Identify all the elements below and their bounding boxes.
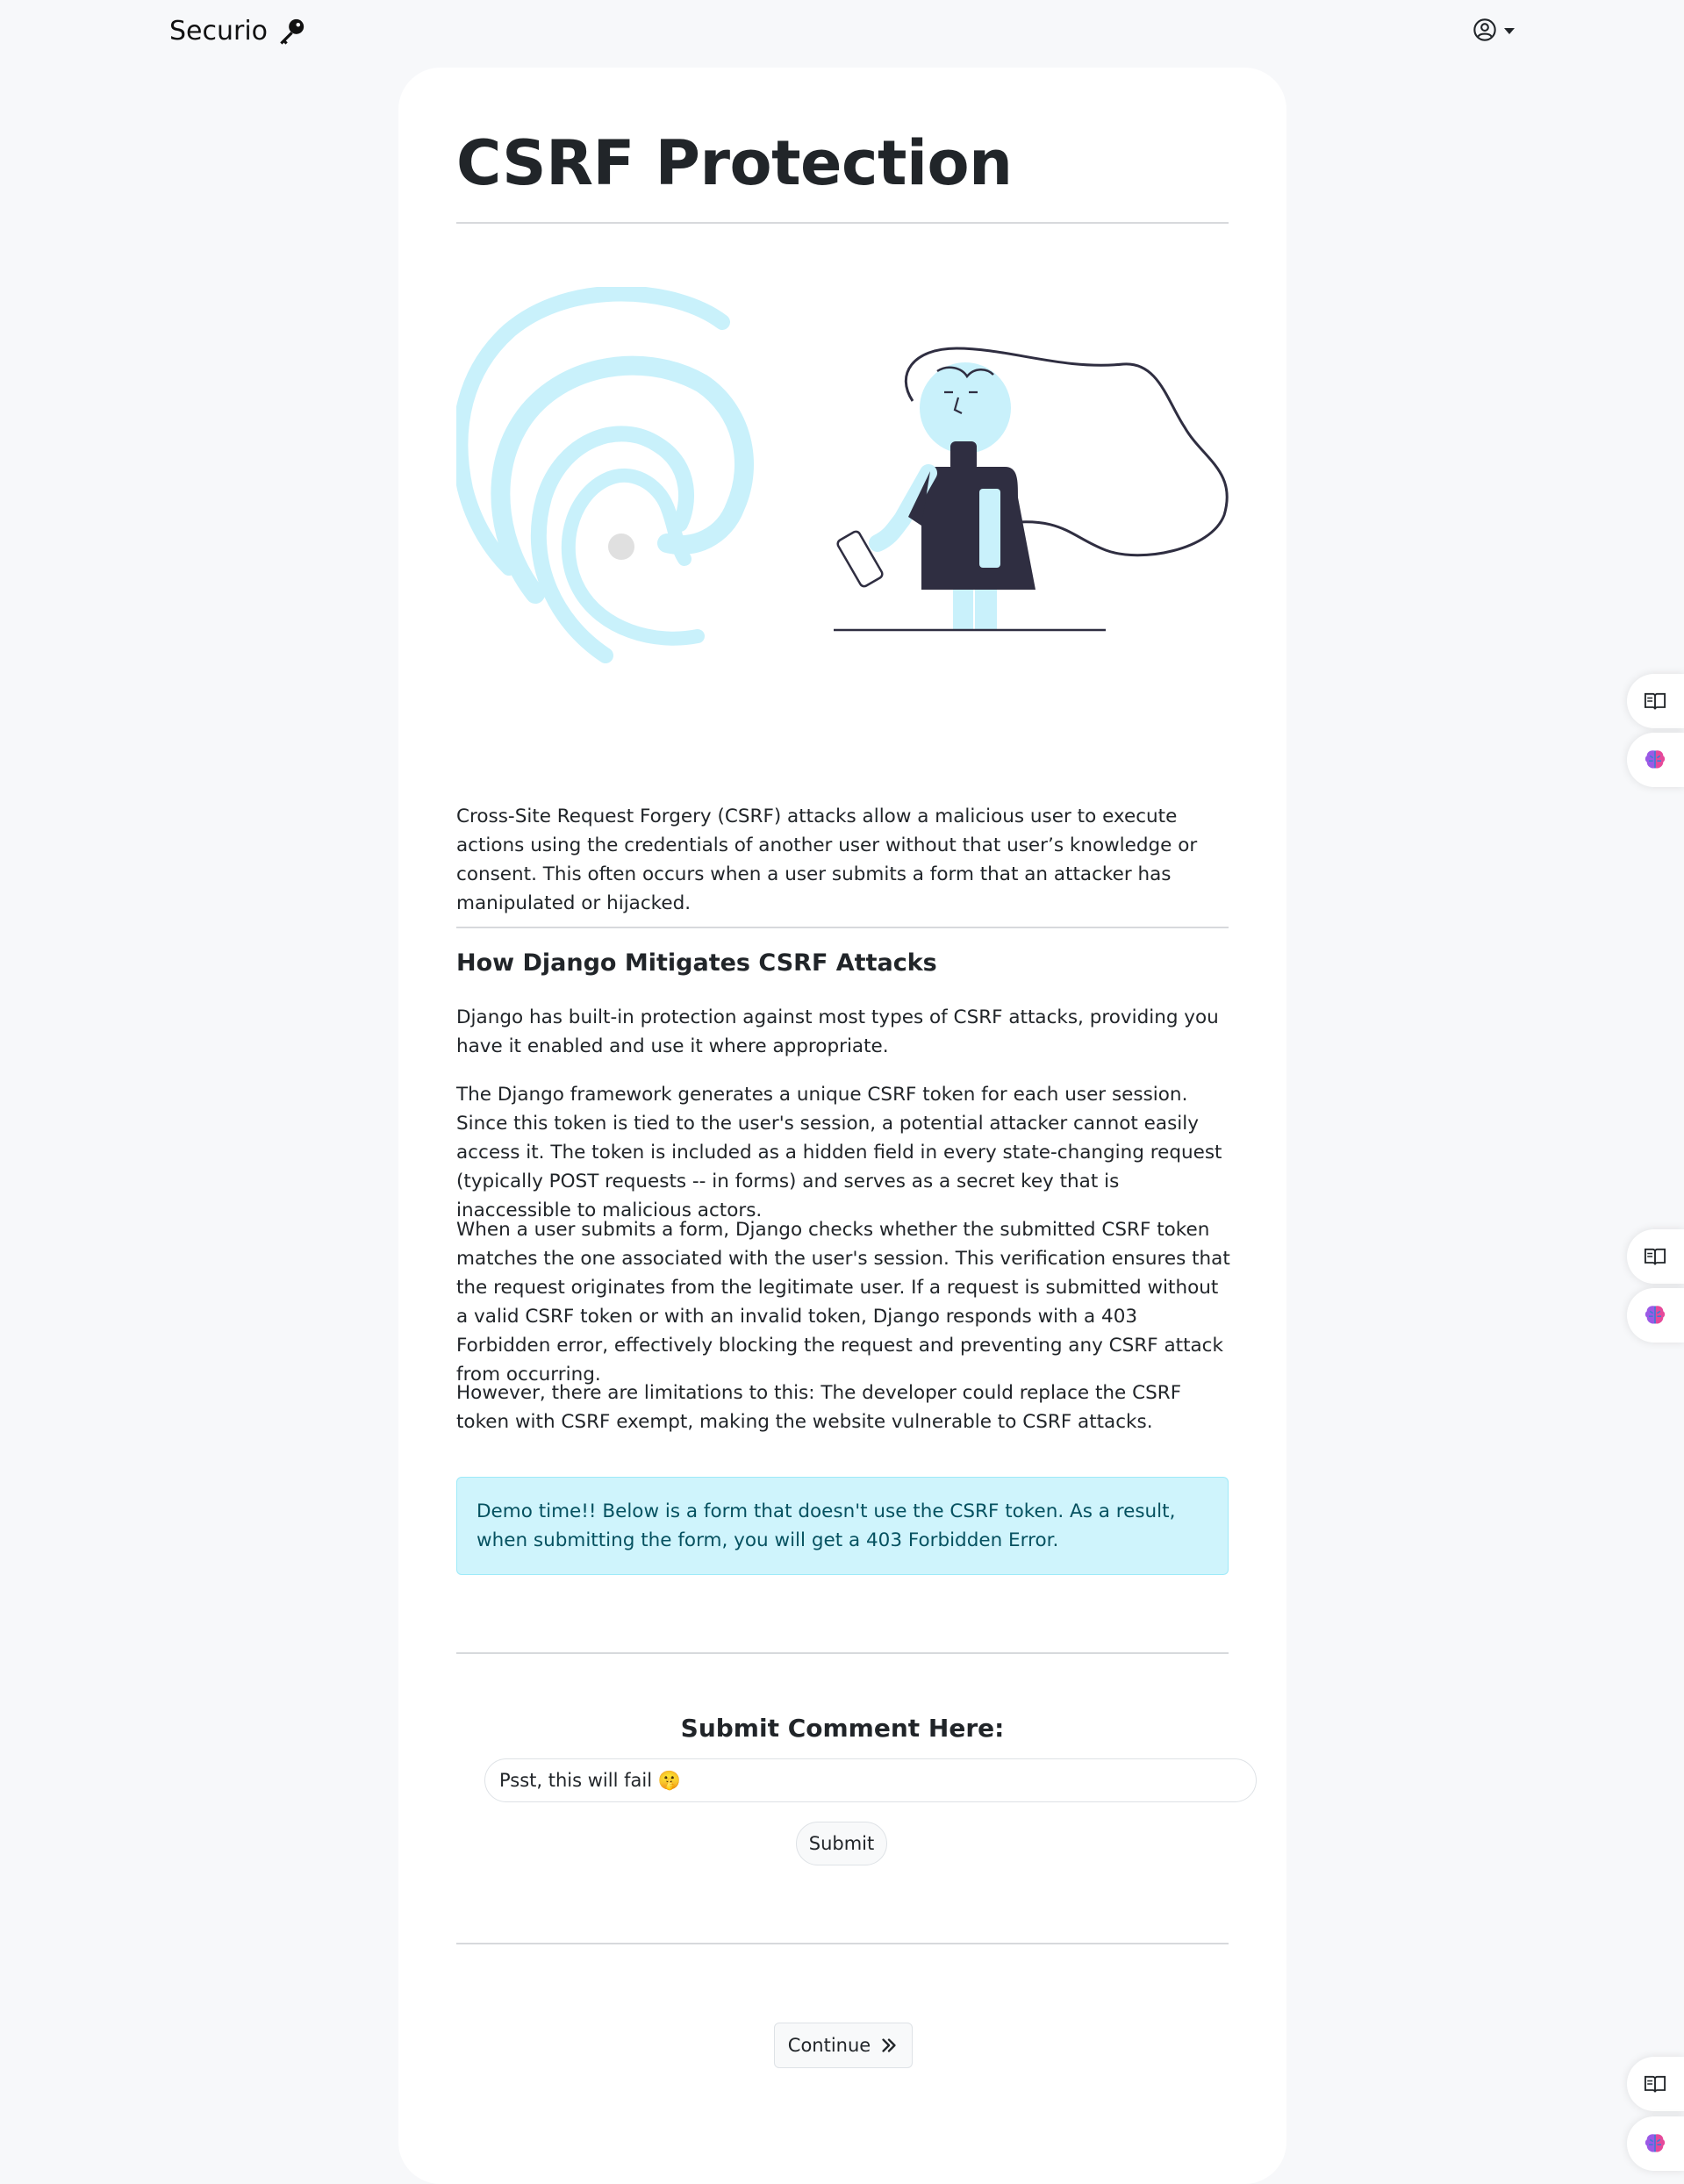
brain-icon <box>1645 2134 1666 2152</box>
brain-icon <box>1645 1306 1666 1324</box>
navbar: Securio <box>0 0 1684 70</box>
reader-widget-button[interactable] <box>1627 674 1684 728</box>
demo-alert: Demo time!! Below is a form that doesn't… <box>456 1477 1229 1575</box>
reader-widget-button[interactable] <box>1627 2057 1684 2111</box>
intro-paragraph: Cross-Site Request Forgery (CSRF) attack… <box>456 806 1198 914</box>
book-icon <box>1644 1248 1666 1265</box>
grey-dot <box>608 533 634 560</box>
continue-label: Continue <box>787 2035 871 2056</box>
page-title: CSRF Protection <box>456 127 1013 199</box>
section-heading: How Django Mitigates CSRF Attacks <box>456 949 937 977</box>
user-circle-icon <box>1473 18 1496 41</box>
divider <box>456 1943 1229 1944</box>
brain-icon <box>1645 750 1666 769</box>
divider <box>456 1652 1229 1654</box>
divider <box>456 222 1229 224</box>
form-title: Submit Comment Here: <box>680 1714 1005 1743</box>
user-menu-dropdown[interactable] <box>1473 18 1515 42</box>
ai-widget-button[interactable] <box>1627 1288 1684 1343</box>
ai-widget-button[interactable] <box>1627 2116 1684 2171</box>
security-illustration <box>456 287 1229 663</box>
paragraph-builtin: Django has built-in protection against m… <box>456 1006 1219 1057</box>
fingerprint-icon <box>456 287 754 663</box>
paragraph-verification: When a user submits a form, Django check… <box>456 1219 1230 1386</box>
submit-button[interactable]: Submit <box>796 1822 887 1865</box>
book-icon <box>1644 692 1666 710</box>
book-icon <box>1644 2075 1666 2093</box>
brand-link[interactable]: Securio <box>169 16 306 47</box>
reader-widget-button[interactable] <box>1627 1229 1684 1284</box>
chevron-down-icon <box>1504 27 1515 34</box>
paragraph-limitations: However, there are limitations to this: … <box>456 1382 1182 1433</box>
key-icon <box>280 18 305 45</box>
divider <box>456 927 1229 928</box>
comment-input[interactable] <box>484 1758 1257 1802</box>
woman-figure <box>834 347 1229 632</box>
continue-button[interactable]: Continue <box>774 2023 913 2068</box>
ai-widget-button[interactable] <box>1627 733 1684 787</box>
paragraph-token: The Django framework generates a unique … <box>456 1084 1222 1221</box>
content-card: CSRF Protection Cross-Site Request Forge… <box>398 68 1286 2184</box>
chevron-double-right-icon <box>882 2038 896 2052</box>
brand-name: Securio <box>169 16 269 47</box>
